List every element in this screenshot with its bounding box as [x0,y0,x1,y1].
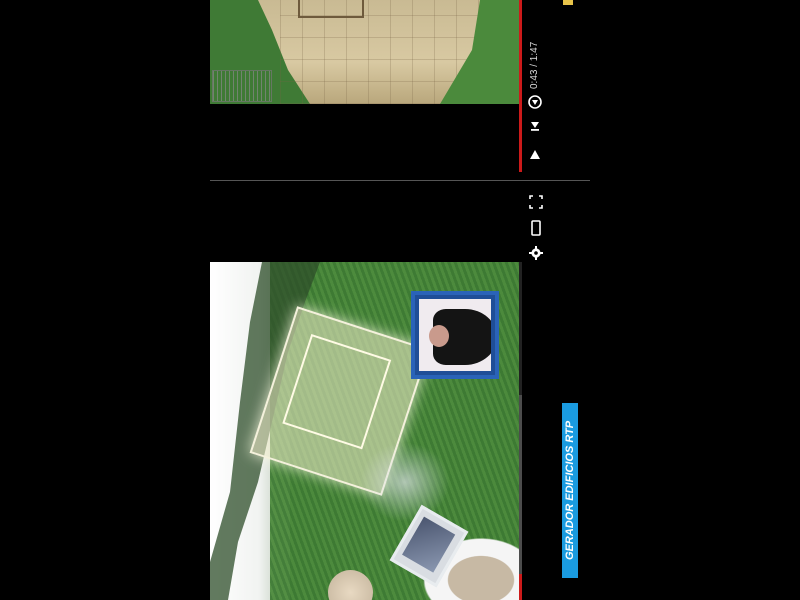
time-display: 0:43 / 1:47 [529,41,540,89]
settings-gear-icon[interactable] [529,246,543,260]
sign-language-interpreter-inset [411,291,499,379]
circle-play-icon[interactable] [527,94,543,110]
interpreter-face [429,325,449,347]
yellow-badge [563,0,573,5]
bottom-progress-fill [519,574,522,600]
bottom-buffer-bar [519,395,522,575]
video-title-badge[interactable]: GERADOR EDIFICIOS RTP [562,403,578,578]
mobile-icon[interactable] [530,220,542,236]
building-outline [298,0,364,18]
fullscreen-icon[interactable] [529,195,543,209]
divider [210,180,590,181]
interpreter-video [419,299,491,371]
video-title: GERADOR EDIFICIOS RTP [564,420,576,561]
top-video-frame[interactable] [210,0,522,104]
projection-mist [360,442,450,522]
play-icon[interactable] [528,148,542,162]
fence-structure [212,70,272,102]
top-progress-bar[interactable] [519,0,522,172]
skip-next-icon[interactable] [528,119,542,133]
